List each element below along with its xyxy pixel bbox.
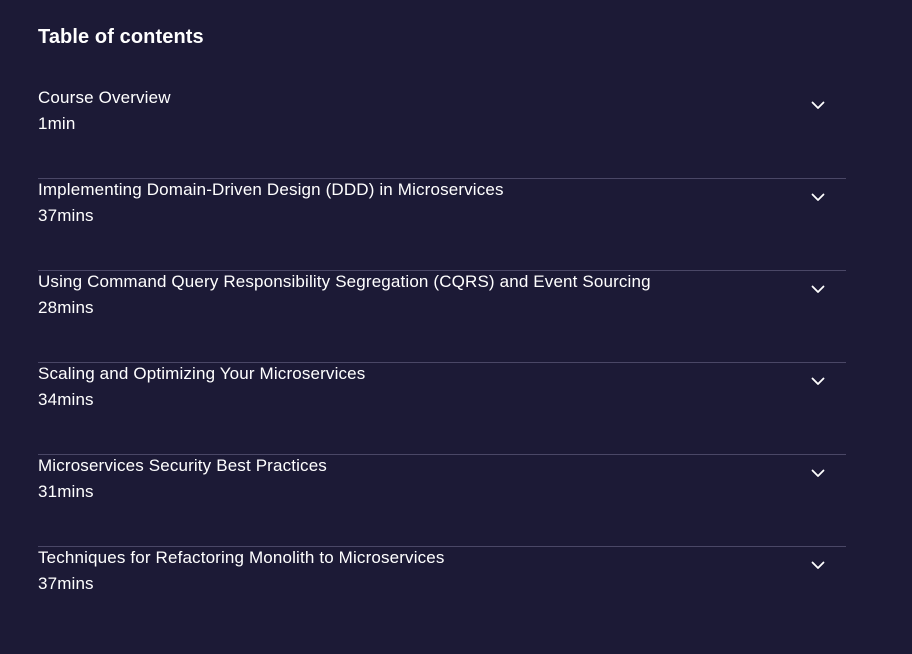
chevron-down-icon[interactable]	[810, 281, 826, 297]
module-name: Course Overview	[38, 88, 171, 107]
module-item[interactable]: Implementing Domain-Driven Design (DDD) …	[38, 179, 846, 271]
module-item[interactable]: Course Overview 1min	[38, 87, 846, 179]
chevron-down-icon[interactable]	[810, 373, 826, 389]
module-duration: 1min	[38, 114, 76, 133]
module-duration: 37mins	[38, 206, 94, 225]
chevron-down-icon[interactable]	[810, 557, 826, 573]
toc-section: Table of contents Course Overview 1min I…	[0, 0, 912, 654]
chevron-down-icon[interactable]	[810, 189, 826, 205]
module-item[interactable]: Techniques for Refactoring Monolith to M…	[38, 547, 846, 639]
module-name: Scaling and Optimizing Your Microservice…	[38, 364, 366, 383]
module-duration: 34mins	[38, 390, 94, 409]
module-name: Microservices Security Best Practices	[38, 456, 327, 475]
toc-title: Table of contents	[38, 26, 204, 48]
module-item[interactable]: Microservices Security Best Practices 31…	[38, 455, 846, 547]
module-item[interactable]: Using Command Query Responsibility Segre…	[38, 271, 846, 363]
module-name: Using Command Query Responsibility Segre…	[38, 272, 651, 291]
chevron-down-icon[interactable]	[810, 465, 826, 481]
module-duration: 28mins	[38, 298, 94, 317]
module-item[interactable]: Scaling and Optimizing Your Microservice…	[38, 363, 846, 455]
module-name: Techniques for Refactoring Monolith to M…	[38, 548, 445, 567]
module-duration: 31mins	[38, 482, 94, 501]
module-name: Implementing Domain-Driven Design (DDD) …	[38, 180, 504, 199]
module-list: Course Overview 1min Implementing Domain…	[38, 87, 846, 639]
module-duration: 37mins	[38, 574, 94, 593]
chevron-down-icon[interactable]	[810, 97, 826, 113]
